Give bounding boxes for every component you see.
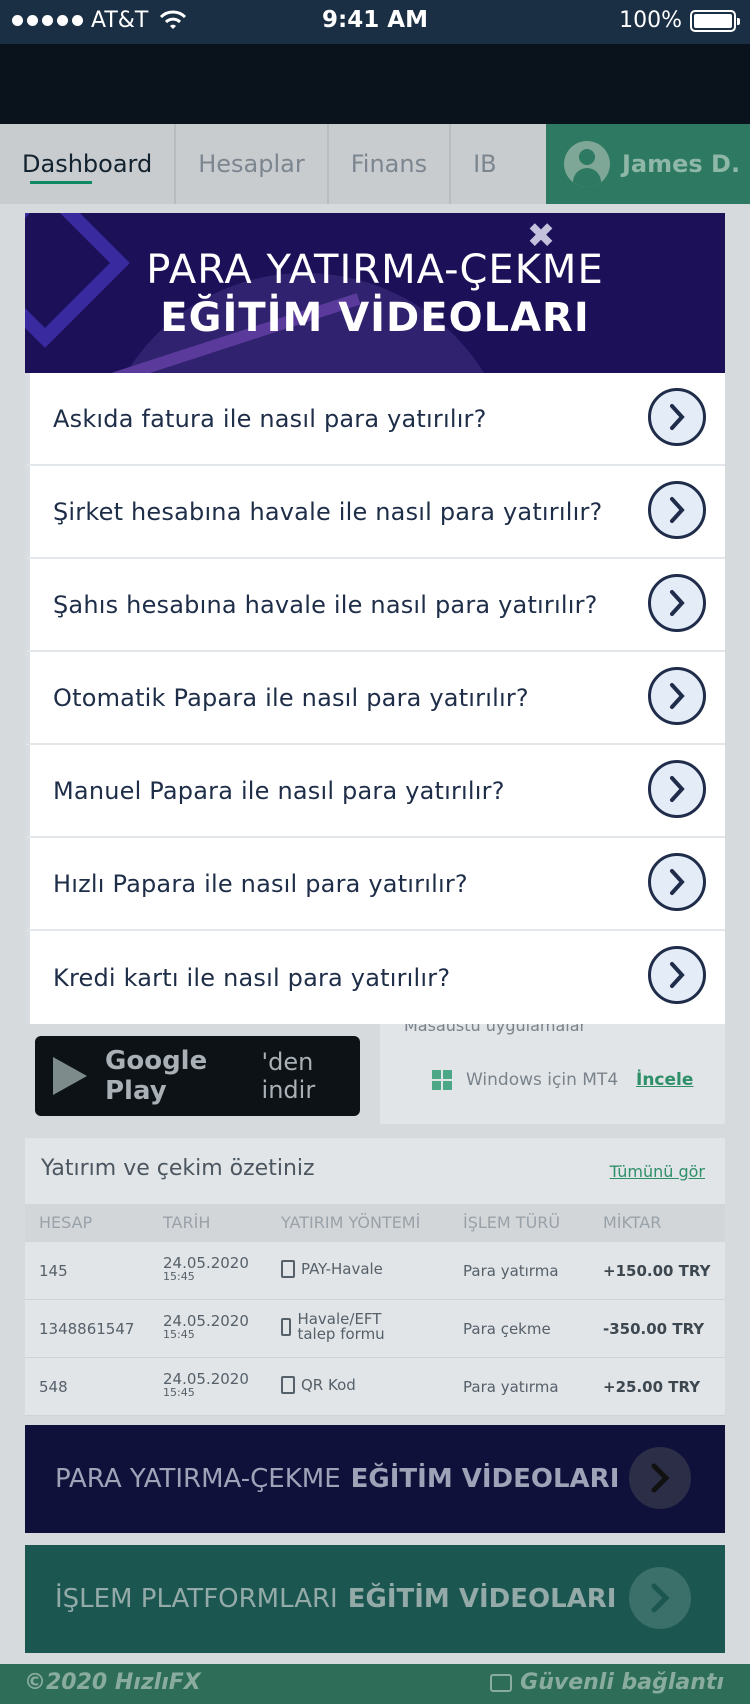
google-play-button[interactable]: Google Play 'den indir [35,1036,360,1116]
video-item-label: Kredi kartı ile nasıl para yatırılır? [53,963,451,992]
banner1-bold: EĞİTİM VİDEOLARI [350,1464,620,1494]
row-date: 24.05.2020 15:45 [163,1312,249,1342]
col-account: HESAP [39,1213,93,1232]
video-item-otomatik-papara[interactable]: Otomatik Papara ile nasıl para yatırılır… [25,652,725,745]
education-videos-modal: PARA YATIRMA-ÇEKME EĞİTİM VİDEOLARI ✖ As… [25,213,725,1024]
table-row[interactable]: 145 24.05.2020 15:45 PAY-Havale Para yatı… [25,1242,725,1300]
row-amount: +150.00 TRY [603,1262,711,1280]
col-method: YATIRIM YÖNTEMİ [281,1213,421,1232]
col-date: TARİH [163,1213,211,1232]
status-right: 100% [619,8,740,33]
video-item-askida-fatura[interactable]: Askıda fatura ile nasıl para yatırılır? [25,373,725,466]
row-type: Para yatırma [463,1378,559,1396]
video-item-label: Manuel Papara ile nasıl para yatırılır? [53,776,505,805]
phone-icon [281,1260,295,1278]
desktop-apps-card: Masaüstü uygulamalar Windows için MT4 İn… [380,1010,725,1124]
battery-percent: 100% [619,8,682,33]
user-menu[interactable]: James D. [546,124,750,204]
row-amount: +25.00 TRY [603,1378,701,1396]
row-method: PAY-Havale [281,1260,383,1278]
row-account: 1348861547 [39,1320,135,1338]
lock-icon [490,1673,513,1692]
row-type: Para çekme [463,1320,551,1338]
banner2-light: İŞLEM PLATFORMLARI [55,1584,338,1614]
battery-icon [690,9,740,32]
windows-icon [432,1070,452,1090]
video-item-label: Hızlı Papara ile nasıl para yatırılır? [53,869,468,898]
deposit-videos-banner[interactable]: PARA YATIRMA-ÇEKME EĞİTİM VİDEOLARI [25,1425,725,1533]
video-item-label: Şahıs hesabına havale ile nasıl para yat… [53,590,598,619]
modal-title-line1: PARA YATIRMA-ÇEKME [146,247,604,293]
banner2-bold: EĞİTİM VİDEOLARI [347,1584,617,1614]
form-icon [281,1318,292,1336]
row-type: Para yatırma [463,1262,559,1280]
status-bar: AT&T 9:41 AM 100% [0,0,750,44]
transaction-summary: Yatırım ve çekim özetiniz Tümünü gör HES… [25,1138,725,1416]
chevron-right-icon[interactable] [648,853,706,911]
video-item-label: Şirket hesabına havale ile nasıl para ya… [53,497,603,526]
modal-header: PARA YATIRMA-ÇEKME EĞİTİM VİDEOLARI ✖ [25,213,725,373]
close-icon[interactable]: ✖ [525,219,557,253]
banner1-light: PARA YATIRMA-ÇEKME [55,1464,341,1494]
row-date: 24.05.2020 15:45 [163,1254,249,1284]
row-date: 24.05.2020 15:45 [163,1370,249,1400]
video-item-hizli-papara[interactable]: Hızlı Papara ile nasıl para yatırılır? [25,838,725,931]
video-item-label: Askıda fatura ile nasıl para yatırılır? [53,404,487,433]
view-all-link[interactable]: Tümünü gör [610,1162,705,1181]
video-item-sirket-havale[interactable]: Şirket hesabına havale ile nasıl para ya… [25,466,725,559]
platform-videos-banner[interactable]: İŞLEM PLATFORMLARI EĞİTİM VİDEOLARI [25,1545,725,1653]
row-method: Havale/EFT talep formu [281,1312,411,1342]
qr-icon [281,1376,295,1394]
secure-label: Güvenli bağlantı [520,1670,724,1695]
google-play-suffix: 'den indir [261,1048,316,1104]
user-name: James D. [622,150,741,178]
app-header-band [0,44,750,124]
summary-title: Yatırım ve çekim özetiniz [41,1156,315,1181]
chevron-right-icon[interactable] [648,760,706,818]
play-store-icon [53,1057,87,1095]
table-row[interactable]: 548 24.05.2020 15:45 QR Kod Para yatırma … [25,1358,725,1416]
copyright: ©2020 HızlıFX [24,1670,201,1695]
chevron-right-icon[interactable] [648,574,706,632]
row-account: 548 [39,1378,68,1396]
video-item-sahis-havale[interactable]: Şahıs hesabına havale ile nasıl para yat… [25,559,725,652]
modal-title-line2: EĞİTİM VİDEOLARI [160,295,590,341]
chevron-right-icon[interactable] [648,946,706,1004]
tab-ib[interactable]: IB [451,124,519,204]
row-method: QR Kod [281,1376,356,1394]
footer: ©2020 HızlıFX Güvenli bağlantı [0,1664,750,1704]
row-amount: -350.00 TRY [603,1320,705,1338]
col-amount: MİKTAR [603,1213,662,1232]
secure-connection: Güvenli bağlantı [490,1670,724,1695]
row-account: 145 [39,1262,68,1280]
chevron-right-icon [629,1567,691,1629]
chevron-right-icon[interactable] [648,388,706,446]
col-type: İŞLEM TÜRÜ [463,1213,561,1232]
tab-hesaplar[interactable]: Hesaplar [176,124,329,204]
mt4-windows-label: Windows için MT4 [466,1070,619,1090]
mt4-inspect-link[interactable]: İncele [636,1070,693,1090]
tab-dashboard[interactable]: Dashboard [0,124,177,204]
avatar-icon [564,141,610,187]
top-nav: Dashboard Hesaplar Finans IB James D. [0,124,750,204]
tab-finans[interactable]: Finans [329,124,452,204]
chevron-right-icon [629,1447,691,1509]
video-item-label: Otomatik Papara ile nasıl para yatırılır… [53,683,529,712]
mt4-windows-item: Windows için MT4 [432,1070,618,1090]
video-item-kredi-karti[interactable]: Kredi kartı ile nasıl para yatırılır? [25,931,725,1024]
google-play-brand: Google Play [105,1046,208,1106]
table-header: HESAP TARİH YATIRIM YÖNTEMİ İŞLEM TÜRÜ M… [25,1204,725,1242]
video-item-manuel-papara[interactable]: Manuel Papara ile nasıl para yatırılır? [25,745,725,838]
chevron-right-icon[interactable] [648,481,706,539]
table-row[interactable]: 1348861547 24.05.2020 15:45 Havale/EFT ta… [25,1300,725,1358]
chevron-right-icon[interactable] [648,667,706,725]
video-list: Askıda fatura ile nasıl para yatırılır? … [25,373,725,1024]
